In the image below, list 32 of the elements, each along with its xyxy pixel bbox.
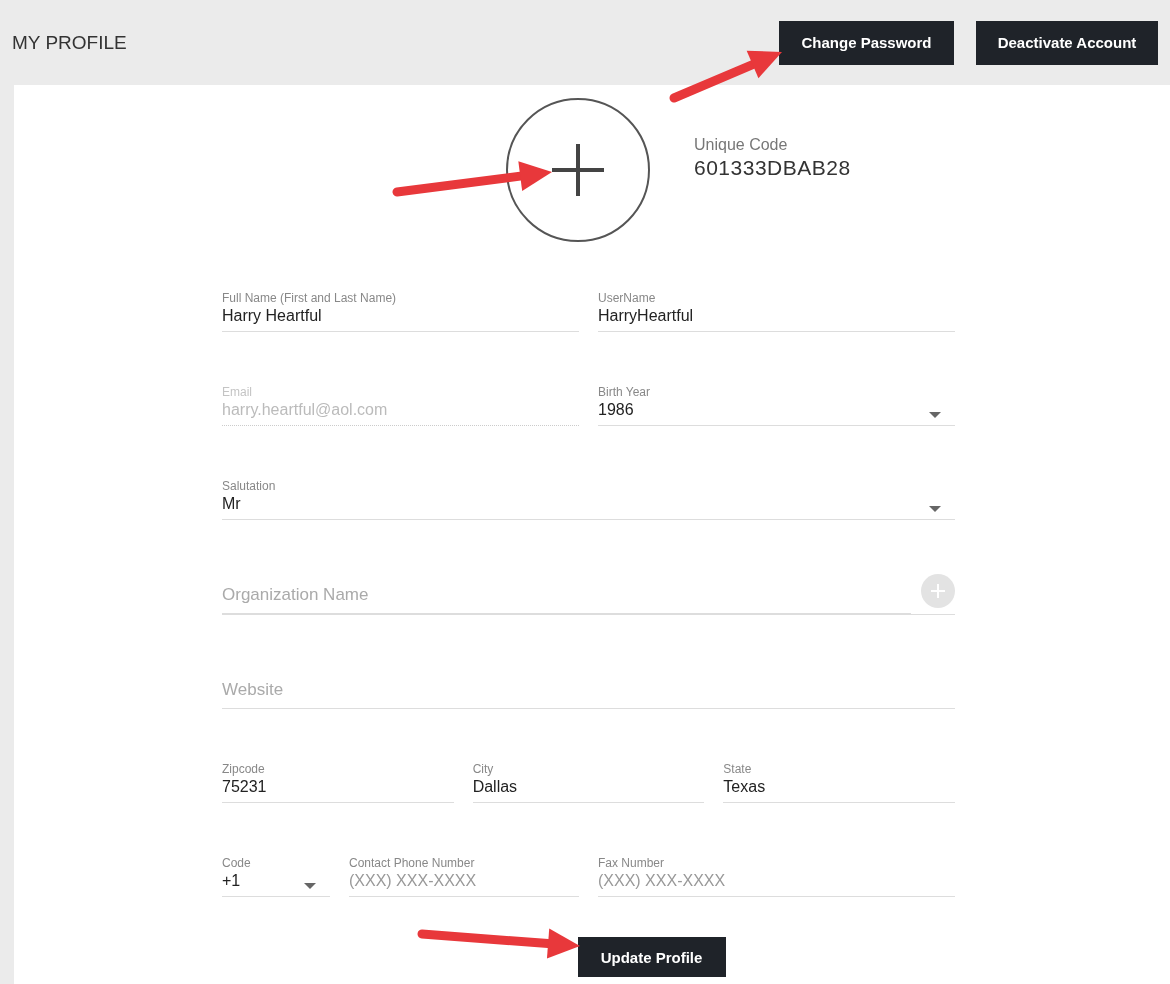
caret-icon: [929, 506, 941, 512]
field-label: Email: [222, 385, 253, 399]
select-field[interactable]: Mr: [222, 493, 955, 520]
caret-icon: [929, 412, 941, 418]
deactivate-account-button[interactable]: Deactivate Account: [976, 20, 1158, 65]
input-field[interactable]: (XXX) XXX-XXXX: [349, 870, 579, 897]
field-label: Salutation: [222, 479, 277, 493]
field-label: Birth Year: [598, 385, 652, 399]
field-label: State: [723, 762, 753, 776]
field-label: UserName: [598, 291, 657, 305]
update-profile-button[interactable]: Update Profile: [577, 937, 726, 977]
input-field[interactable]: Dallas: [472, 776, 705, 803]
input-field[interactable]: Harry Heartful: [222, 305, 579, 332]
input-field[interactable]: (XXX) XXX-XXXX: [598, 870, 955, 897]
plus-icon: [930, 583, 946, 599]
field-label: City: [472, 762, 495, 776]
field-label: Zipcode: [222, 762, 266, 776]
input-field[interactable]: Website: [222, 678, 955, 709]
page-title: MY PROFILE: [12, 31, 128, 54]
field-label: Full Name (First and Last Name): [222, 291, 398, 305]
unique-code-label: Unique Code: [694, 136, 789, 154]
input-field[interactable]: Organization Name: [222, 583, 911, 614]
field-label: Contact Phone Number: [349, 856, 476, 870]
change-password-button[interactable]: Change Password: [779, 20, 954, 65]
caret-icon: [304, 883, 316, 889]
select-field[interactable]: 1986: [598, 399, 955, 426]
input-field[interactable]: 75231: [222, 776, 454, 803]
input-field[interactable]: HarryHeartful: [598, 305, 955, 332]
input-field[interactable]: Texas: [723, 776, 955, 803]
unique-code: 601333DBAB28: [694, 156, 851, 180]
field-label: Fax Number: [598, 856, 666, 870]
field-label: Code: [222, 856, 252, 870]
